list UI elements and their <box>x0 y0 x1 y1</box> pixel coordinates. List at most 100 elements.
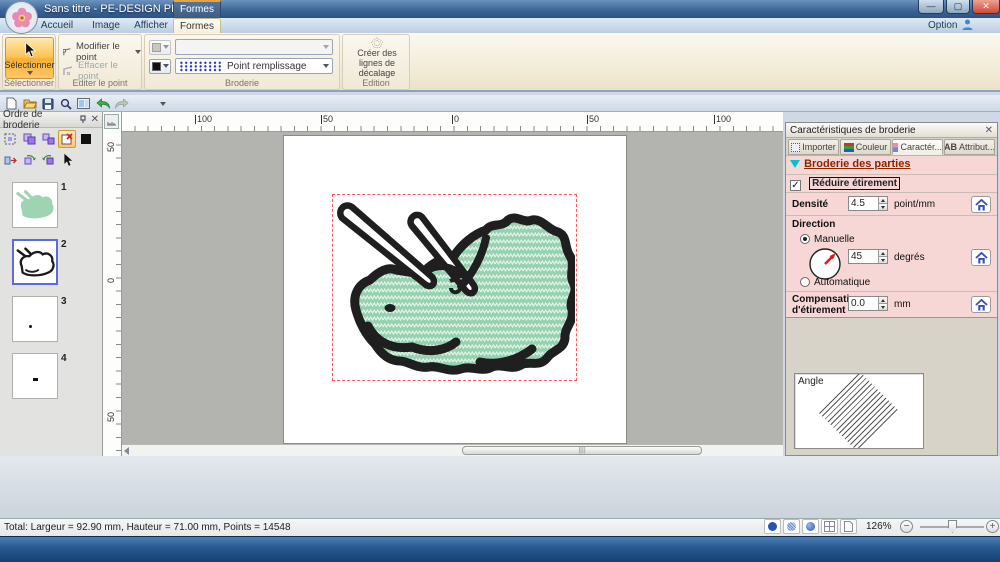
color-icon <box>844 143 854 152</box>
collapse-triangle-icon[interactable] <box>790 160 800 168</box>
hruler-label: 0 <box>452 115 459 124</box>
order-item-number: 3 <box>61 296 67 307</box>
section-header-row[interactable]: Broderie des parties <box>786 156 997 175</box>
grid-view-icon[interactable] <box>821 519 838 534</box>
pe-design-window: Sans titre - PE-DESIGN PLUS2 Formes — ▢ … <box>0 0 1000 562</box>
home-icon <box>975 199 988 211</box>
hruler-label: 50 <box>587 115 599 124</box>
pin-icon[interactable] <box>79 115 87 124</box>
order-item-3-thumbnail[interactable] <box>12 296 58 342</box>
modify-point-icon <box>63 47 72 57</box>
density-spinner[interactable]: 4.5 <box>848 196 888 211</box>
order-item-1-thumbnail[interactable] <box>12 182 58 228</box>
horizontal-ruler: 100 50 0 50 100 <box>122 112 783 132</box>
tab-caracter-label: Caractér... <box>900 142 942 152</box>
tab-couleur[interactable]: Couleur <box>840 139 891 155</box>
tab-attribut-label: Attribut... <box>959 142 995 152</box>
attributes-panel: Caractéristiques de broderie ✕ Importer … <box>785 122 998 456</box>
design-canvas[interactable] <box>122 132 783 444</box>
ruler-unit-icon[interactable] <box>104 114 119 129</box>
zoom-in-icon[interactable]: + <box>986 520 999 533</box>
group-selectionner: Sélectionner Sélectionner <box>2 34 56 90</box>
user-icon[interactable] <box>962 19 973 31</box>
thread-color-icon[interactable] <box>77 130 95 148</box>
offset-lines-button[interactable]: Créer des lignes de décalage <box>346 37 408 78</box>
tab-formes-active[interactable]: Formes <box>173 18 221 33</box>
reduce-stretch-checkbox[interactable]: ✓ <box>790 180 801 191</box>
toolbar-overflow-icon[interactable] <box>158 96 168 111</box>
app-logo-flower-icon[interactable] <box>5 1 38 34</box>
density-default-button[interactable] <box>971 196 991 213</box>
rotate-forward-icon[interactable] <box>20 151 38 169</box>
hruler-label: 50 <box>321 115 333 124</box>
rotate-back-icon[interactable] <box>39 151 57 169</box>
compensation-spinner[interactable]: 0.0 <box>848 296 888 311</box>
line-color-button[interactable] <box>149 40 171 55</box>
maximize-button[interactable]: ▢ <box>946 0 970 14</box>
fill-type-dropdown[interactable]: Point remplissage <box>175 58 333 74</box>
select-frame-icon[interactable] <box>1 130 19 148</box>
angle-default-button[interactable] <box>971 249 991 266</box>
spin-down-icon[interactable] <box>878 303 887 310</box>
fill-type-value: Point remplissage <box>227 61 323 72</box>
manual-radio[interactable]: Manuelle <box>800 233 855 245</box>
cursor-arrow-icon <box>22 41 37 59</box>
attributes-panel-title: Caractéristiques de broderie <box>790 125 985 136</box>
select-tool-button[interactable]: Sélectionner <box>5 37 54 79</box>
angle-preview-label: Angle <box>798 376 824 387</box>
close-panel-icon[interactable]: ✕ <box>91 114 99 125</box>
tab-attribut[interactable]: AB Attribut... <box>944 139 995 155</box>
fill-color-button[interactable] <box>149 59 171 74</box>
auto-radio-label: Automatique <box>814 277 870 288</box>
close-button[interactable]: ✕ <box>972 0 1000 14</box>
section-title: Broderie des parties <box>804 158 910 170</box>
option-menu[interactable]: Option <box>928 20 957 31</box>
merge-icon[interactable] <box>1 151 19 169</box>
hruler-label: 100 <box>195 115 212 124</box>
group-objects-icon[interactable] <box>20 130 38 148</box>
delete-frame-icon[interactable] <box>58 130 76 148</box>
spin-down-icon[interactable] <box>878 256 887 263</box>
tab-afficher[interactable]: Afficher <box>128 18 174 33</box>
spin-down-icon[interactable] <box>878 203 887 210</box>
order-item-4-thumbnail[interactable] <box>12 353 58 399</box>
chevron-down-icon <box>163 64 169 68</box>
chevron-down-icon <box>323 64 329 68</box>
order-item-2-thumbnail-selected[interactable] <box>12 239 58 285</box>
erase-point-icon <box>63 66 74 76</box>
view-mode-solid-icon[interactable] <box>764 519 781 534</box>
tab-accueil[interactable]: Accueil <box>35 18 79 33</box>
view-mode-realistic-icon[interactable] <box>802 519 819 534</box>
tab-image[interactable]: Image <box>86 18 126 33</box>
line-type-dropdown[interactable] <box>175 39 333 55</box>
close-attributes-icon[interactable]: ✕ <box>985 125 993 136</box>
context-tab-formes[interactable]: Formes <box>173 0 221 18</box>
dino-silhouette-green <box>14 187 56 223</box>
scrollbar-thumb[interactable]: |||| <box>462 446 702 455</box>
compensation-default-button[interactable] <box>971 296 991 313</box>
angle-spinner[interactable]: 45 <box>848 249 888 264</box>
tab-caracteristiques[interactable]: Caractér... <box>892 139 943 155</box>
scroll-left-icon[interactable] <box>124 447 129 455</box>
auto-radio[interactable]: Automatique <box>800 276 870 288</box>
pointer-icon[interactable] <box>58 151 76 169</box>
redo-icon[interactable] <box>113 96 130 111</box>
order-item-number: 2 <box>61 239 67 250</box>
page-preview-icon[interactable] <box>840 519 857 534</box>
triceratops-design[interactable] <box>334 196 575 379</box>
undo-icon[interactable] <box>95 96 112 111</box>
compensation-label: Compensation d'étirement <box>792 294 848 316</box>
view-mode-stitch-icon[interactable] <box>783 519 800 534</box>
sewing-order-panel: Ordre de broderie ✕ 1 <box>0 112 103 456</box>
tab-importer[interactable]: Importer <box>788 139 839 155</box>
minimize-button[interactable]: — <box>918 0 944 14</box>
stitch-dash <box>33 378 38 381</box>
ungroup-objects-icon[interactable] <box>39 130 57 148</box>
canvas-horizontal-scrollbar[interactable]: |||| <box>122 444 783 456</box>
zoom-out-icon[interactable]: − <box>900 520 913 533</box>
vertical-ruler: 50 0 50 <box>103 112 122 456</box>
zoom-percentage: 126% <box>866 521 892 532</box>
group-broderie: Point remplissage Broderie <box>144 34 340 90</box>
fill-stitch-icon <box>179 61 223 72</box>
angle-value: 45 <box>851 251 862 262</box>
